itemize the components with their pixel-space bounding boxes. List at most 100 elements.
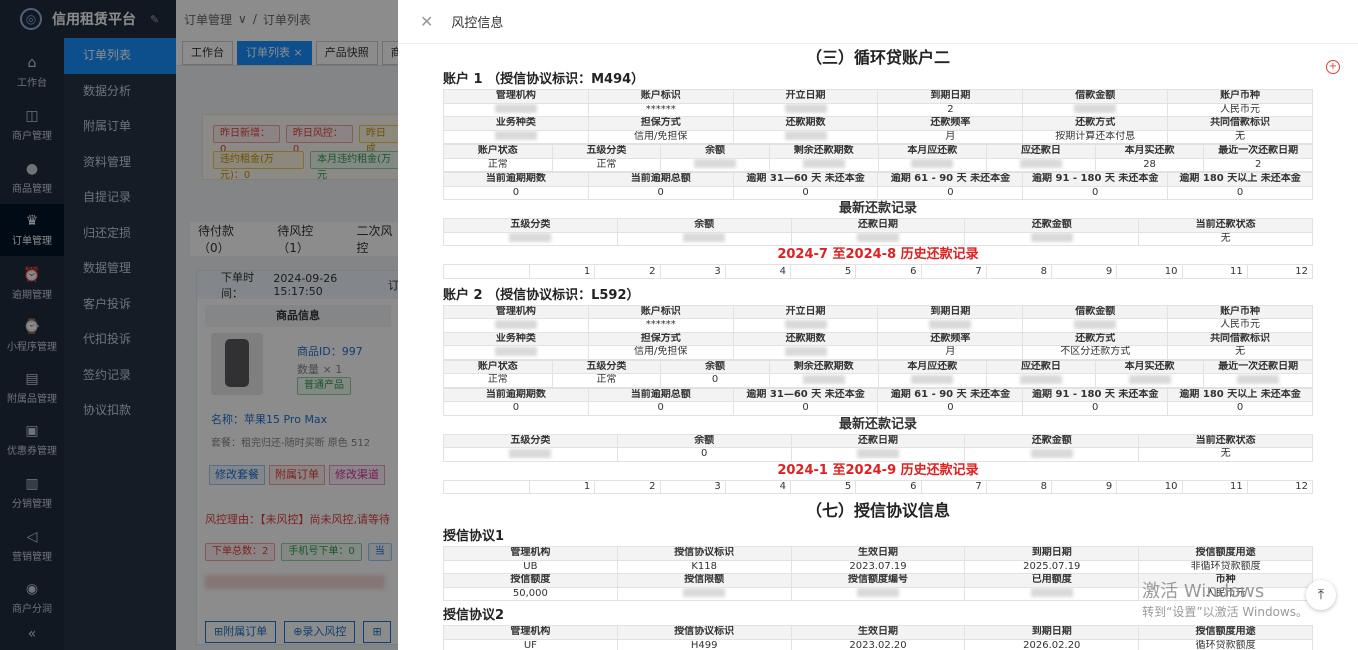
section-title: （三）循环贷账户二 [805,48,950,67]
redacted-value [1030,233,1073,243]
table-cell: 月 [877,345,1024,360]
table-cell: 28 [1094,157,1205,172]
table-cell: 2025.07.19 [964,559,1140,574]
table-cell: 余额 [660,359,770,374]
table-cell [443,318,589,333]
table-cell [443,129,589,144]
table-cell [732,345,879,360]
month-cell: 1 [528,264,596,279]
table-cell: 2023.02.20 [790,638,966,650]
table-cell: 逾期 31—60 天 未还本金 [732,387,879,402]
table-cell: UB [443,559,618,574]
history-table: 1 2 3 4 5 6 7 8 9 10 11 12 [443,479,1314,495]
month-cell: 4 [724,264,792,279]
table-cell [964,586,1140,601]
month-cell: 5 [789,479,857,494]
table-cell: 管理机构 [443,304,589,319]
table-cell: 五级分类 [551,144,662,159]
table-cell: 账户状态 [443,359,553,374]
table-cell: 还款期数 [732,116,879,131]
table-cell: 0 [1022,185,1169,200]
table-cell: 剩余还款期数 [768,144,879,159]
redacted-value [1030,448,1073,458]
redacted-value [911,374,954,384]
table-cell: 借款金额 [1022,89,1169,104]
table-row: 当前逾期期数 当前逾期总额 逾期 31—60 天 未还本金 逾期 61 - 90 天 … [443,387,1313,402]
table-cell: H499 [616,638,792,650]
table-cell: 授信额度用途 [1138,625,1313,640]
table-cell [616,231,792,246]
month-cell: 6 [855,264,922,279]
table-cell [877,157,988,172]
table-cell: 正常 [551,157,662,172]
month-cell: 11 [1181,264,1248,279]
table-cell [443,345,589,360]
redacted-value [494,104,537,114]
table-row: 正常 正常 28 2 [443,157,1313,172]
month-cell: 8 [985,264,1053,279]
table-cell: 当前逾期总额 [587,387,734,402]
month-cell: 5 [789,264,857,279]
month-cell: 3 [659,264,726,279]
account-title: 账户 1 （授信协议标识：M494） [443,72,645,87]
table-cell: 逾期 61 - 90 天 未还本金 [877,387,1024,402]
table-row: 信用/免担保 月按期计算还本付息无 [443,129,1313,144]
table-cell: 2 [1203,157,1313,172]
redacted-value [784,346,827,356]
table-cell: 授信额度编号 [790,573,966,588]
table-row: ****** 人民币元 [443,318,1313,333]
table-cell: 信用/免担保 [587,129,734,144]
account-table: 管理机构 账户标识 开立日期 到期日期 借款金额 账户币种 ****** 人民币元 业务种类 担保… [443,304,1313,360]
table-row: 管理机构 账户标识 开立日期 到期日期 借款金额 账户币种 [443,89,1313,104]
month-cell: 7 [920,264,987,279]
redacted-value [1074,104,1117,114]
month-cell: 9 [1050,264,1118,279]
table-cell: 0 [732,401,879,416]
table-cell: 生效日期 [790,546,966,561]
table-cell: 信用/免担保 [587,345,734,360]
table-cell: 逾期 91 - 180 天 未还本金 [1022,172,1169,187]
modal-overlay[interactable] [0,0,398,650]
table-cell: 2023.07.19 [790,559,966,574]
table-cell: 到期日期 [877,89,1024,104]
table-cell [1203,373,1313,388]
table-cell [443,102,589,117]
table-cell: 当前逾期总额 [587,172,734,187]
table-cell [877,318,1024,333]
table-cell: 0 [587,401,734,416]
table-cell: 无 [1167,129,1313,144]
table-cell: ****** [587,102,734,117]
table-cell: 授信限额 [616,573,792,588]
table-cell: 0 [877,185,1024,200]
close-icon[interactable]: ✕ [420,12,433,31]
table-cell: 共同借款标识 [1167,116,1313,131]
table-cell: 最近一次还款日期 [1203,359,1313,374]
month-cell: 10 [1116,479,1183,494]
table-cell: 2 [877,102,1024,117]
drawer-body: （三）循环贷账户二 账户 1 （授信协议标识：M494） 管理机构 账户标识 开立日期… [398,44,1338,650]
account-table: 当前逾期期数 当前逾期总额 逾期 31—60 天 未还本金 逾期 61 - 90 天 … [443,387,1313,416]
table-cell: 逾期 180 天以上 未还本金 [1167,172,1313,187]
redacted-value [1019,374,1062,384]
table-row: 账户状态 五级分类 余额 剩余还款期数 本月应还款 应还款日 本月实还款 最近一次还款日期 [443,359,1313,374]
table-cell: 最近一次还款日期 [1203,144,1313,159]
table-row: ****** 2 人民币元 [443,102,1313,117]
table-cell: 还款日期 [790,218,966,233]
table-cell: 50,000 [443,586,618,601]
table-cell [1094,373,1205,388]
table-row: 无 [443,231,1313,246]
back-to-top-icon[interactable]: ⤒ [1306,580,1336,610]
table-cell [732,318,879,333]
table-cell: 无 [1138,231,1313,246]
table-cell: 账户标识 [587,89,734,104]
account-table: 当前逾期期数 当前逾期总额 逾期 31—60 天 未还本金 逾期 61 - 90 天 … [443,172,1313,200]
table-cell: 当前逾期期数 [443,172,589,187]
redacted-value [683,588,726,598]
table-cell [986,157,1096,172]
month-cell: 10 [1116,264,1183,279]
month-cell: 11 [1181,479,1248,494]
add-icon[interactable]: + [1326,60,1340,74]
month-cell: 4 [724,479,792,494]
table-cell: 管理机构 [443,625,618,640]
table-cell: 月 [877,129,1024,144]
